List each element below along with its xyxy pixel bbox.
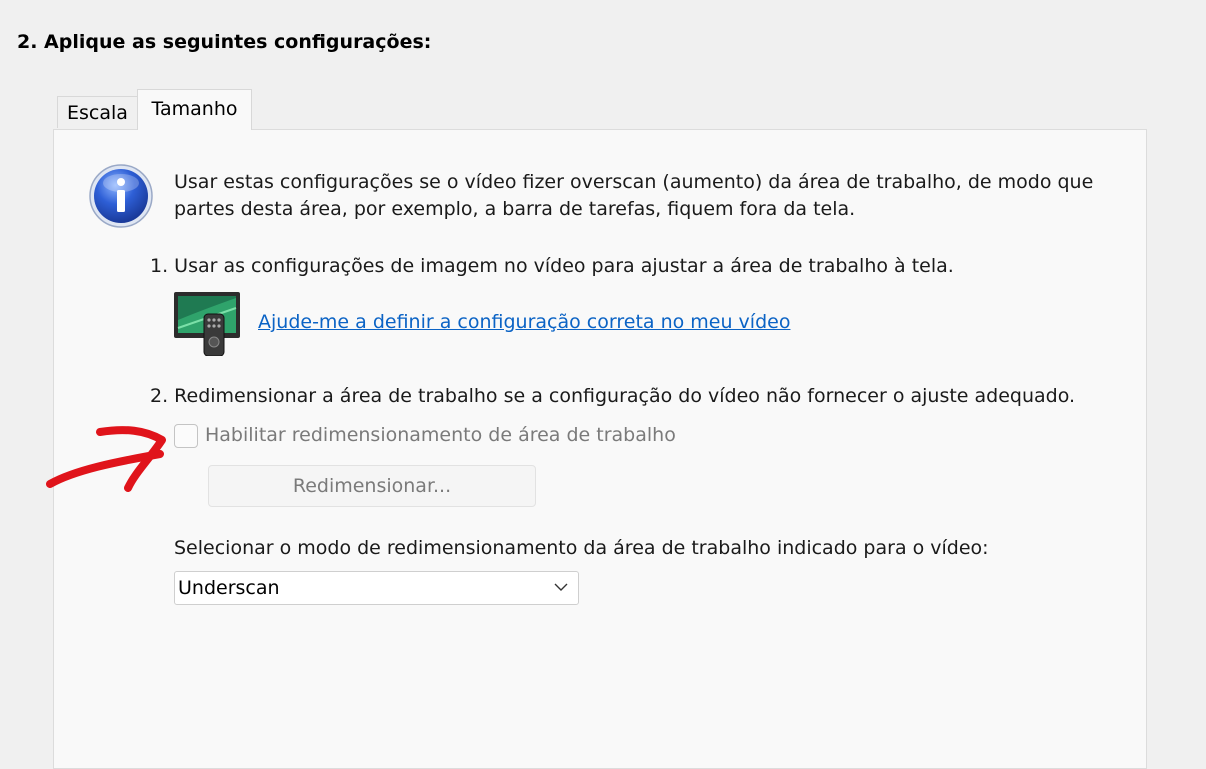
help-display-settings-link[interactable]: Ajude-me a definir a configuração corret… [258,311,790,333]
enable-resize-checkbox[interactable] [174,424,198,448]
chevron-down-icon [554,583,568,591]
resize-button[interactable]: Redimensionar... [208,465,536,507]
resize-mode-select[interactable]: Underscan [174,571,579,605]
enable-resize-label: Habilitar redimensionamento de área de t… [205,424,676,446]
info-icon [89,164,153,228]
red-arrow-annotation [46,426,166,492]
step-heading: 2. Aplique as seguintes configurações: [17,31,432,53]
tab-escala[interactable]: Escala [57,96,138,128]
info-text: Usar estas configurações se o vídeo fize… [174,171,1094,220]
mode-label: Selecionar o modo de redimensionamento d… [174,537,989,559]
tab-panel [53,129,1147,769]
option2-text: 2. Redimensionar a área de trabalho se a… [150,385,1076,407]
tv-remote-icon [174,292,240,356]
resize-mode-value: Underscan [178,577,280,599]
tab-tamanho[interactable]: Tamanho [137,89,252,130]
option1-text: 1. Usar as configurações de imagem no ví… [150,255,954,277]
